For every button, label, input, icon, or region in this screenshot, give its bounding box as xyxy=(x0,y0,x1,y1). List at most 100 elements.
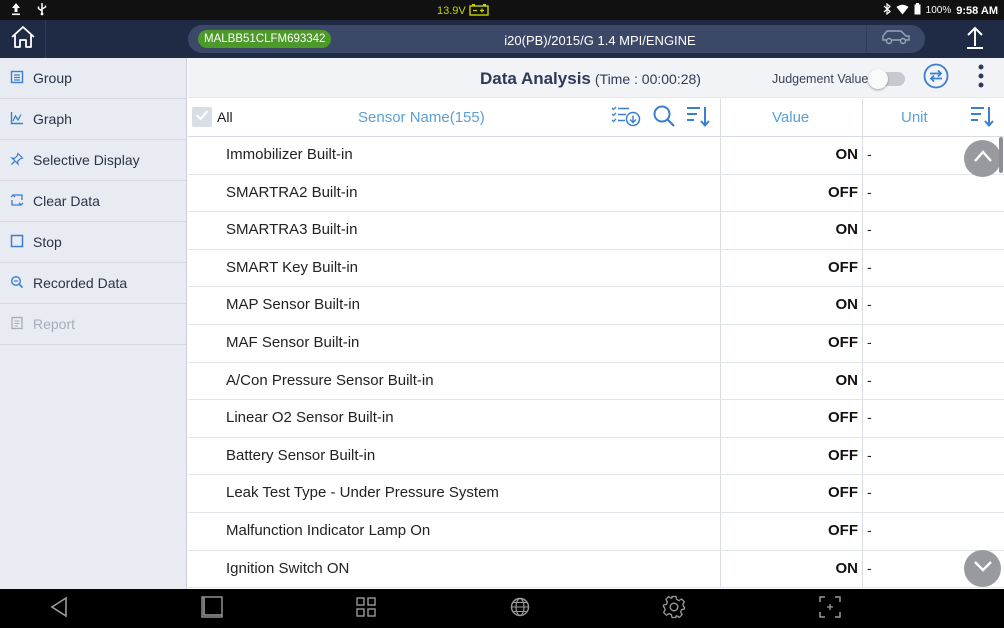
square-icon xyxy=(200,595,224,624)
column-header-unit[interactable]: Unit xyxy=(901,109,928,126)
browser-button[interactable] xyxy=(506,595,534,623)
home-button[interactable] xyxy=(0,20,46,58)
more-options-button[interactable] xyxy=(970,64,992,91)
sensor-name: Malfunction Indicator Lamp On xyxy=(226,521,431,539)
sidebar-item-group[interactable]: Group xyxy=(0,58,186,99)
elapsed-time: (Time : 00:00:28) xyxy=(594,71,701,87)
sort-sensor-button[interactable] xyxy=(684,106,712,130)
clock: 9:58 AM xyxy=(956,4,998,17)
sensor-value: OFF xyxy=(828,258,858,276)
table-row[interactable]: Ignition Switch ON ON - xyxy=(188,550,1004,589)
globe-icon xyxy=(510,597,530,622)
table-row[interactable]: SMARTRA2 Built-in OFF - xyxy=(188,174,1004,213)
search-icon xyxy=(652,104,676,133)
screen-capture-button[interactable] xyxy=(816,595,844,623)
sidebar-item-recorded-data[interactable]: Recorded Data xyxy=(0,263,186,304)
sensor-value: ON xyxy=(835,559,859,577)
table-row[interactable]: Battery Sensor Built-in OFF - xyxy=(188,437,1004,476)
judgement-value-label: Judgement Value xyxy=(772,72,869,86)
table-row[interactable]: SMART Key Built-in OFF - xyxy=(188,249,1004,288)
sensor-name: Ignition Switch ON xyxy=(226,559,350,577)
chevron-down-icon xyxy=(973,559,993,578)
sensor-unit: - xyxy=(867,333,872,350)
sort-unit-button[interactable] xyxy=(968,106,996,130)
sidebar-item-clear-data[interactable]: Clear Data xyxy=(0,181,186,222)
graph-icon xyxy=(10,111,24,128)
sensor-value: OFF xyxy=(828,446,858,464)
sensor-name: MAP Sensor Built-in xyxy=(226,296,360,314)
sensor-unit: - xyxy=(867,521,872,538)
sidebar-item-report[interactable]: Report xyxy=(0,304,186,345)
sensor-table[interactable]: Immobilizer Built-in ON - SMARTRA2 Built-in… xyxy=(188,137,1004,589)
vehicle-name: i20(PB)/2015/G 1.4 MPI/ENGINE xyxy=(504,33,696,48)
home-icon xyxy=(9,25,37,54)
group-icon xyxy=(10,70,24,87)
sidebar: Group Graph Selective Display Clear Data… xyxy=(0,58,187,589)
sensor-name: SMARTRA2 Built-in xyxy=(226,183,358,201)
select-all-checkbox[interactable] xyxy=(192,107,212,127)
upload-icon xyxy=(10,2,22,16)
swap-button[interactable] xyxy=(921,63,951,91)
screenshot-frame-icon xyxy=(818,595,842,624)
table-row[interactable]: Immobilizer Built-in ON - xyxy=(188,137,1004,175)
table-row[interactable]: Leak Test Type - Under Pressure System OF… xyxy=(188,475,1004,513)
recent-apps-button[interactable] xyxy=(198,595,226,623)
sensor-value: ON xyxy=(835,296,859,314)
column-divider xyxy=(862,512,863,550)
voltage-indicator: 13.9V xyxy=(437,3,489,19)
upload-arrow-icon xyxy=(964,24,986,55)
column-divider xyxy=(862,324,863,362)
recorded-search-icon xyxy=(10,275,24,292)
scroll-down-button[interactable] xyxy=(964,550,1001,587)
column-divider xyxy=(862,550,863,588)
battery-percent: 100% xyxy=(925,5,952,16)
list-download-button[interactable] xyxy=(611,106,641,130)
column-divider xyxy=(862,99,863,137)
table-row[interactable]: Malfunction Indicator Lamp On OFF - xyxy=(188,512,1004,551)
table-row[interactable]: MAF Sensor Built-in OFF - xyxy=(188,324,1004,363)
sensor-unit: - xyxy=(867,183,872,200)
wifi-icon xyxy=(896,4,909,18)
export-button[interactable] xyxy=(946,20,1004,58)
sensor-value: OFF xyxy=(828,409,858,427)
bluetooth-icon xyxy=(883,2,891,18)
search-button[interactable] xyxy=(650,104,678,133)
column-header-value[interactable]: Value xyxy=(772,109,809,126)
table-row[interactable]: MAP Sensor Built-in ON - xyxy=(188,287,1004,325)
table-row[interactable]: SMARTRA3 Built-in ON - xyxy=(188,212,1004,250)
sort-icon xyxy=(970,105,994,132)
app-root: 13.9V 100% 9:58 AM MALBB51CLFM693342 i20… xyxy=(0,0,1004,628)
sensor-value: OFF xyxy=(828,183,858,201)
sidebar-item-label: Group xyxy=(33,70,72,86)
select-all-label: All xyxy=(217,109,233,125)
sensor-unit: - xyxy=(867,484,872,501)
sensor-name: Battery Sensor Built-in xyxy=(226,446,376,464)
scroll-up-button[interactable] xyxy=(964,140,1001,177)
column-divider xyxy=(862,400,863,437)
sensor-value: OFF xyxy=(828,521,858,539)
check-icon xyxy=(195,108,209,126)
page-title: Data Analysis (Time : 00:00:28) xyxy=(480,69,701,89)
sidebar-item-selective-display[interactable]: Selective Display xyxy=(0,140,186,181)
sensor-unit: - xyxy=(867,559,872,576)
column-divider xyxy=(862,174,863,212)
pin-icon xyxy=(10,151,24,169)
sensor-name: Leak Test Type - Under Pressure System xyxy=(226,484,499,502)
sidebar-item-label: Report xyxy=(33,316,76,332)
sidebar-item-graph[interactable]: Graph xyxy=(0,99,186,140)
back-button[interactable] xyxy=(45,595,73,623)
vehicle-select-button[interactable] xyxy=(866,25,925,53)
sensor-unit: - xyxy=(867,258,872,275)
apps-grid-button[interactable] xyxy=(352,595,380,623)
column-divider xyxy=(720,99,721,137)
sensor-name: SMARTRA3 Built-in xyxy=(226,221,358,239)
table-row[interactable]: Linear O2 Sensor Built-in OFF - xyxy=(188,400,1004,438)
table-row[interactable]: A/Con Pressure Sensor Built-in ON - xyxy=(188,362,1004,401)
column-header-sensor[interactable]: Sensor Name(155) xyxy=(358,109,485,126)
settings-button[interactable] xyxy=(660,595,688,623)
judgement-value-toggle[interactable] xyxy=(868,69,905,89)
sort-icon xyxy=(686,105,710,132)
sidebar-item-label: Recorded Data xyxy=(33,275,128,291)
sidebar-item-stop[interactable]: Stop xyxy=(0,222,186,263)
column-divider xyxy=(862,287,863,324)
